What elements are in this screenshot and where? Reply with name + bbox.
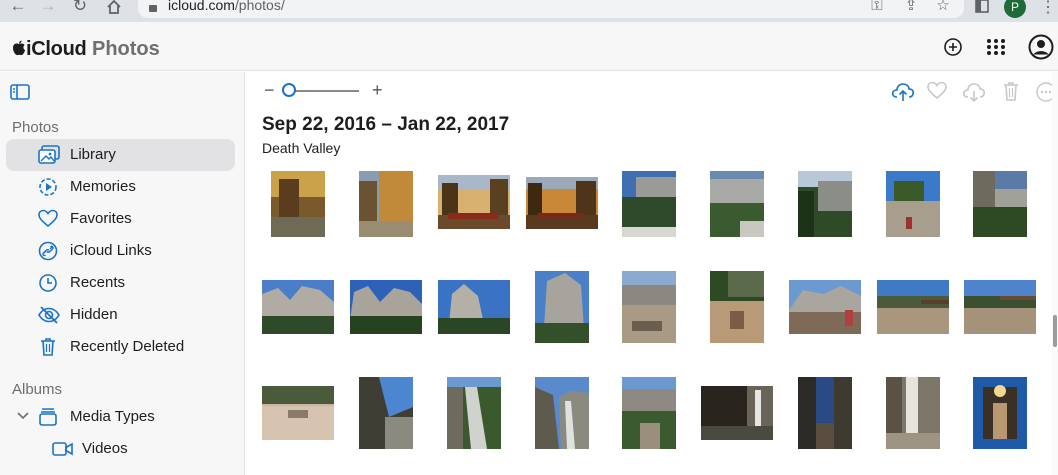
- bookmark-star-icon[interactable]: ☆: [934, 0, 952, 15]
- photo-thumbnail[interactable]: [526, 177, 598, 229]
- photo-thumbnail[interactable]: [789, 280, 861, 334]
- address-bar[interactable]: icloud.com/photos/ ⚿ ⇪ ☆: [138, 0, 964, 18]
- clock-icon: [38, 273, 60, 293]
- photo-thumbnail[interactable]: [701, 386, 773, 440]
- albums-section-title: Albums: [12, 381, 63, 398]
- sidebar-item-recents[interactable]: Recents: [6, 267, 235, 299]
- chevron-down-icon[interactable]: [16, 409, 30, 423]
- photo-thumbnail[interactable]: [886, 377, 940, 449]
- sidebar-item-favorites[interactable]: Favorites: [6, 203, 235, 235]
- browser-toolbar: ← → ↻ icloud.com/photos/ ⚿ ⇪ ☆ P ⋮: [0, 0, 1058, 22]
- photo-thumbnail[interactable]: [973, 377, 1027, 449]
- media-types-icon: [38, 407, 60, 427]
- photo-thumbnail[interactable]: [350, 280, 422, 334]
- library-icon: [38, 145, 60, 165]
- sidebar-item-memories[interactable]: Memories: [6, 171, 235, 203]
- sidebar-item-icloud-links[interactable]: iCloud Links: [6, 235, 235, 267]
- download-icon[interactable]: [962, 81, 986, 103]
- apple-logo-icon: [12, 39, 26, 56]
- app-logo[interactable]: iCloud Photos: [12, 38, 160, 61]
- forward-arrow-icon[interactable]: →: [38, 0, 58, 16]
- photo-thumbnail[interactable]: [359, 171, 413, 237]
- photo-thumbnail[interactable]: [710, 271, 764, 343]
- delete-icon[interactable]: [1001, 81, 1023, 103]
- sidebar-item-hidden[interactable]: Hidden: [6, 299, 235, 331]
- zoom-in-button[interactable]: +: [372, 80, 383, 101]
- photo-thumbnail[interactable]: [438, 280, 510, 334]
- heart-icon: [38, 209, 60, 229]
- photo-thumbnail[interactable]: [798, 377, 852, 449]
- photo-thumbnail[interactable]: [438, 175, 510, 229]
- photo-thumbnail[interactable]: [710, 171, 764, 237]
- photo-thumbnail[interactable]: [535, 271, 589, 343]
- app-header: iCloud Photos: [0, 22, 1058, 71]
- photo-thumbnail[interactable]: [622, 271, 676, 343]
- browser-menu-icon[interactable]: ⋮: [1040, 0, 1056, 16]
- home-icon[interactable]: [104, 0, 124, 16]
- add-icon[interactable]: [942, 36, 964, 58]
- upload-icon[interactable]: [891, 81, 915, 103]
- share-icon[interactable]: ⇪: [902, 0, 920, 15]
- photos-section-title: Photos: [12, 119, 59, 136]
- sidebar-toggle-icon[interactable]: [10, 84, 30, 100]
- photo-thumbnail[interactable]: [964, 280, 1036, 334]
- photo-thumbnail[interactable]: [798, 171, 852, 237]
- main-content: − + Sep 22, 2016 – Jan 22, 2017 Death Va…: [246, 72, 1058, 475]
- photo-thumbnail[interactable]: [262, 280, 334, 334]
- photo-thumbnail[interactable]: [886, 171, 940, 237]
- photo-thumbnail[interactable]: [262, 386, 334, 440]
- zoom-out-button[interactable]: −: [264, 80, 275, 101]
- reload-icon[interactable]: ↻: [70, 0, 90, 16]
- photo-thumbnail[interactable]: [622, 377, 676, 449]
- back-arrow-icon[interactable]: ←: [8, 0, 28, 16]
- date-range-title: Sep 22, 2016 – Jan 22, 2017: [262, 114, 510, 135]
- video-icon: [52, 439, 74, 459]
- photo-thumbnail[interactable]: [622, 171, 676, 237]
- memories-icon: [38, 177, 60, 197]
- photo-thumbnail[interactable]: [973, 171, 1027, 237]
- app-grid-icon[interactable]: [985, 36, 1007, 58]
- key-icon[interactable]: ⚿: [868, 0, 886, 15]
- url-text: icloud.com/photos/: [168, 0, 285, 13]
- scrollbar-thumb[interactable]: [1053, 315, 1057, 347]
- photo-thumbnail[interactable]: [535, 377, 589, 449]
- vertical-scrollbar[interactable]: [1052, 72, 1058, 475]
- lock-icon: [148, 0, 158, 12]
- sidebar-item-library[interactable]: Library: [6, 139, 235, 171]
- trash-icon: [38, 337, 60, 357]
- account-icon[interactable]: [1028, 34, 1054, 60]
- side-panel-icon[interactable]: [972, 0, 992, 15]
- sidebar: Photos Library Memories Favorites iCloud…: [0, 72, 245, 475]
- zoom-slider-handle[interactable]: [282, 83, 296, 97]
- favorite-heart-icon[interactable]: [927, 81, 949, 103]
- sidebar-item-videos[interactable]: Videos: [16, 433, 235, 465]
- photo-thumbnail[interactable]: [447, 377, 501, 449]
- sidebar-item-media-types[interactable]: Media Types: [6, 401, 235, 433]
- photo-thumbnail[interactable]: [877, 280, 949, 334]
- photo-thumbnail[interactable]: [271, 171, 325, 237]
- sidebar-item-recently-deleted[interactable]: Recently Deleted: [6, 331, 235, 363]
- browser-profile-avatar[interactable]: P: [1004, 0, 1026, 18]
- location-label: Death Valley: [262, 140, 341, 156]
- link-icon: [38, 241, 60, 261]
- photo-thumbnail[interactable]: [359, 377, 413, 449]
- eye-slash-icon: [38, 305, 60, 325]
